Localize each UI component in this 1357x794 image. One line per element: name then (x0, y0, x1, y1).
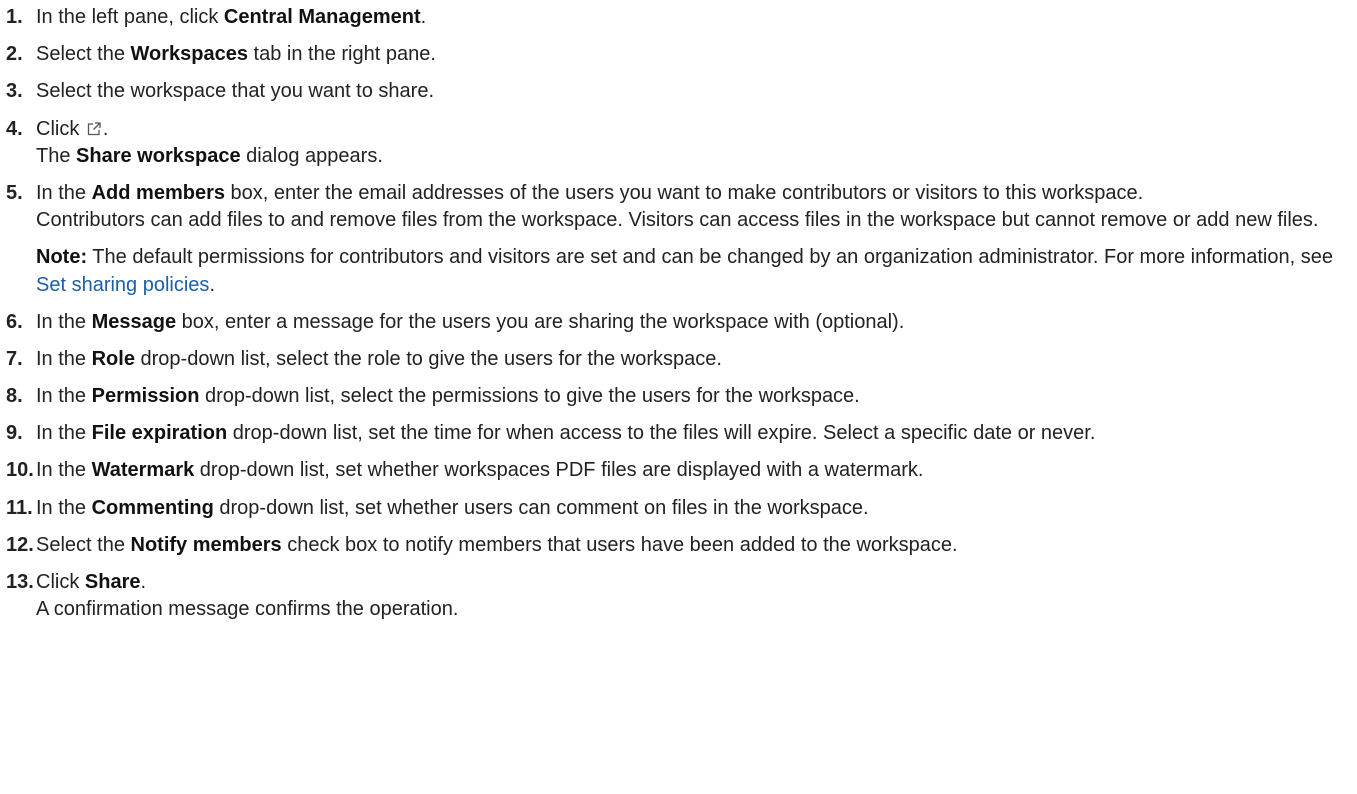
ui-term: Add members (91, 181, 225, 204)
step-number: 7. (6, 347, 23, 370)
step-text: In the (36, 385, 92, 408)
note-text: The default permissions for contributors… (87, 246, 1333, 269)
step-text: Click (36, 117, 85, 140)
step-text: Select the workspace that you want to sh… (36, 80, 434, 103)
step-number: 11. (6, 496, 33, 519)
ui-term: Commenting (91, 496, 214, 519)
note: Note: The default permissions for contri… (36, 246, 1333, 296)
step-9: 9. In the File expiration drop-down list… (6, 420, 1357, 447)
ui-term: File expiration (91, 422, 228, 445)
step-3: 3. Select the workspace that you want to… (6, 78, 1357, 105)
step-text: In the (36, 496, 92, 519)
step-7: 7. In the Role drop-down list, select th… (6, 346, 1357, 373)
step-1: 1. In the left pane, click Central Manag… (6, 4, 1357, 31)
step-paragraph: Contributors can add files to and remove… (36, 209, 1319, 232)
step-number: 3. (6, 80, 23, 103)
step-text: Select the (36, 533, 131, 556)
set-sharing-policies-link[interactable]: Set sharing policies (36, 274, 209, 296)
step-text: Select the (36, 43, 131, 66)
ui-term: Permission (91, 385, 200, 408)
step-number: 8. (6, 385, 23, 408)
step-text: In the (36, 422, 92, 445)
step-number: 10. (6, 459, 34, 482)
step-text: In the left pane, click (36, 6, 224, 28)
step-11: 11. In the Commenting drop-down list, se… (6, 495, 1357, 522)
step-result: The Share workspace dialog appears. (36, 144, 383, 167)
step-number: 2. (6, 43, 23, 66)
step-8: 8. In the Permission drop-down list, sel… (6, 383, 1357, 410)
step-number: 12. (6, 533, 34, 556)
step-4: 4. Click . The Share workspace dialog ap… (6, 116, 1357, 170)
ui-term: Notify members (130, 533, 282, 556)
external-share-icon (87, 121, 101, 135)
ui-term: Share (84, 571, 141, 593)
step-number: 9. (6, 422, 23, 445)
step-number: 5. (6, 181, 23, 204)
step-text: In the (36, 347, 92, 370)
ui-term: Watermark (91, 459, 195, 482)
step-result: A confirmation message confirms the oper… (36, 598, 459, 621)
step-10: 10. In the Watermark drop-down list, set… (6, 457, 1357, 484)
step-13: 13. Click Share. A confirmation message … (6, 569, 1357, 623)
step-12: 12. Select the Notify members check box … (6, 532, 1357, 559)
step-number: 4. (6, 117, 23, 140)
note-label: Note: (36, 246, 88, 269)
instructions-document: 1. In the left pane, click Central Manag… (0, 0, 1357, 623)
step-text: In the (36, 459, 92, 482)
step-number: 1. (6, 6, 23, 28)
ui-term: Message (91, 310, 177, 333)
step-5: 5. In the Add members box, enter the ema… (6, 180, 1357, 299)
step-number: 13. (6, 571, 34, 593)
step-text: Click (36, 571, 85, 593)
ui-term: Role (91, 347, 135, 370)
ui-term: Workspaces (130, 43, 248, 66)
step-text: In the (36, 181, 92, 204)
step-6: 6. In the Message box, enter a message f… (6, 309, 1357, 336)
step-text: In the (36, 310, 92, 333)
step-2: 2. Select the Workspaces tab in the righ… (6, 41, 1357, 68)
steps-list: 1. In the left pane, click Central Manag… (6, 4, 1357, 623)
ui-term: Share workspace (76, 144, 241, 167)
ui-term: Central Management (223, 6, 421, 28)
step-number: 6. (6, 310, 23, 333)
